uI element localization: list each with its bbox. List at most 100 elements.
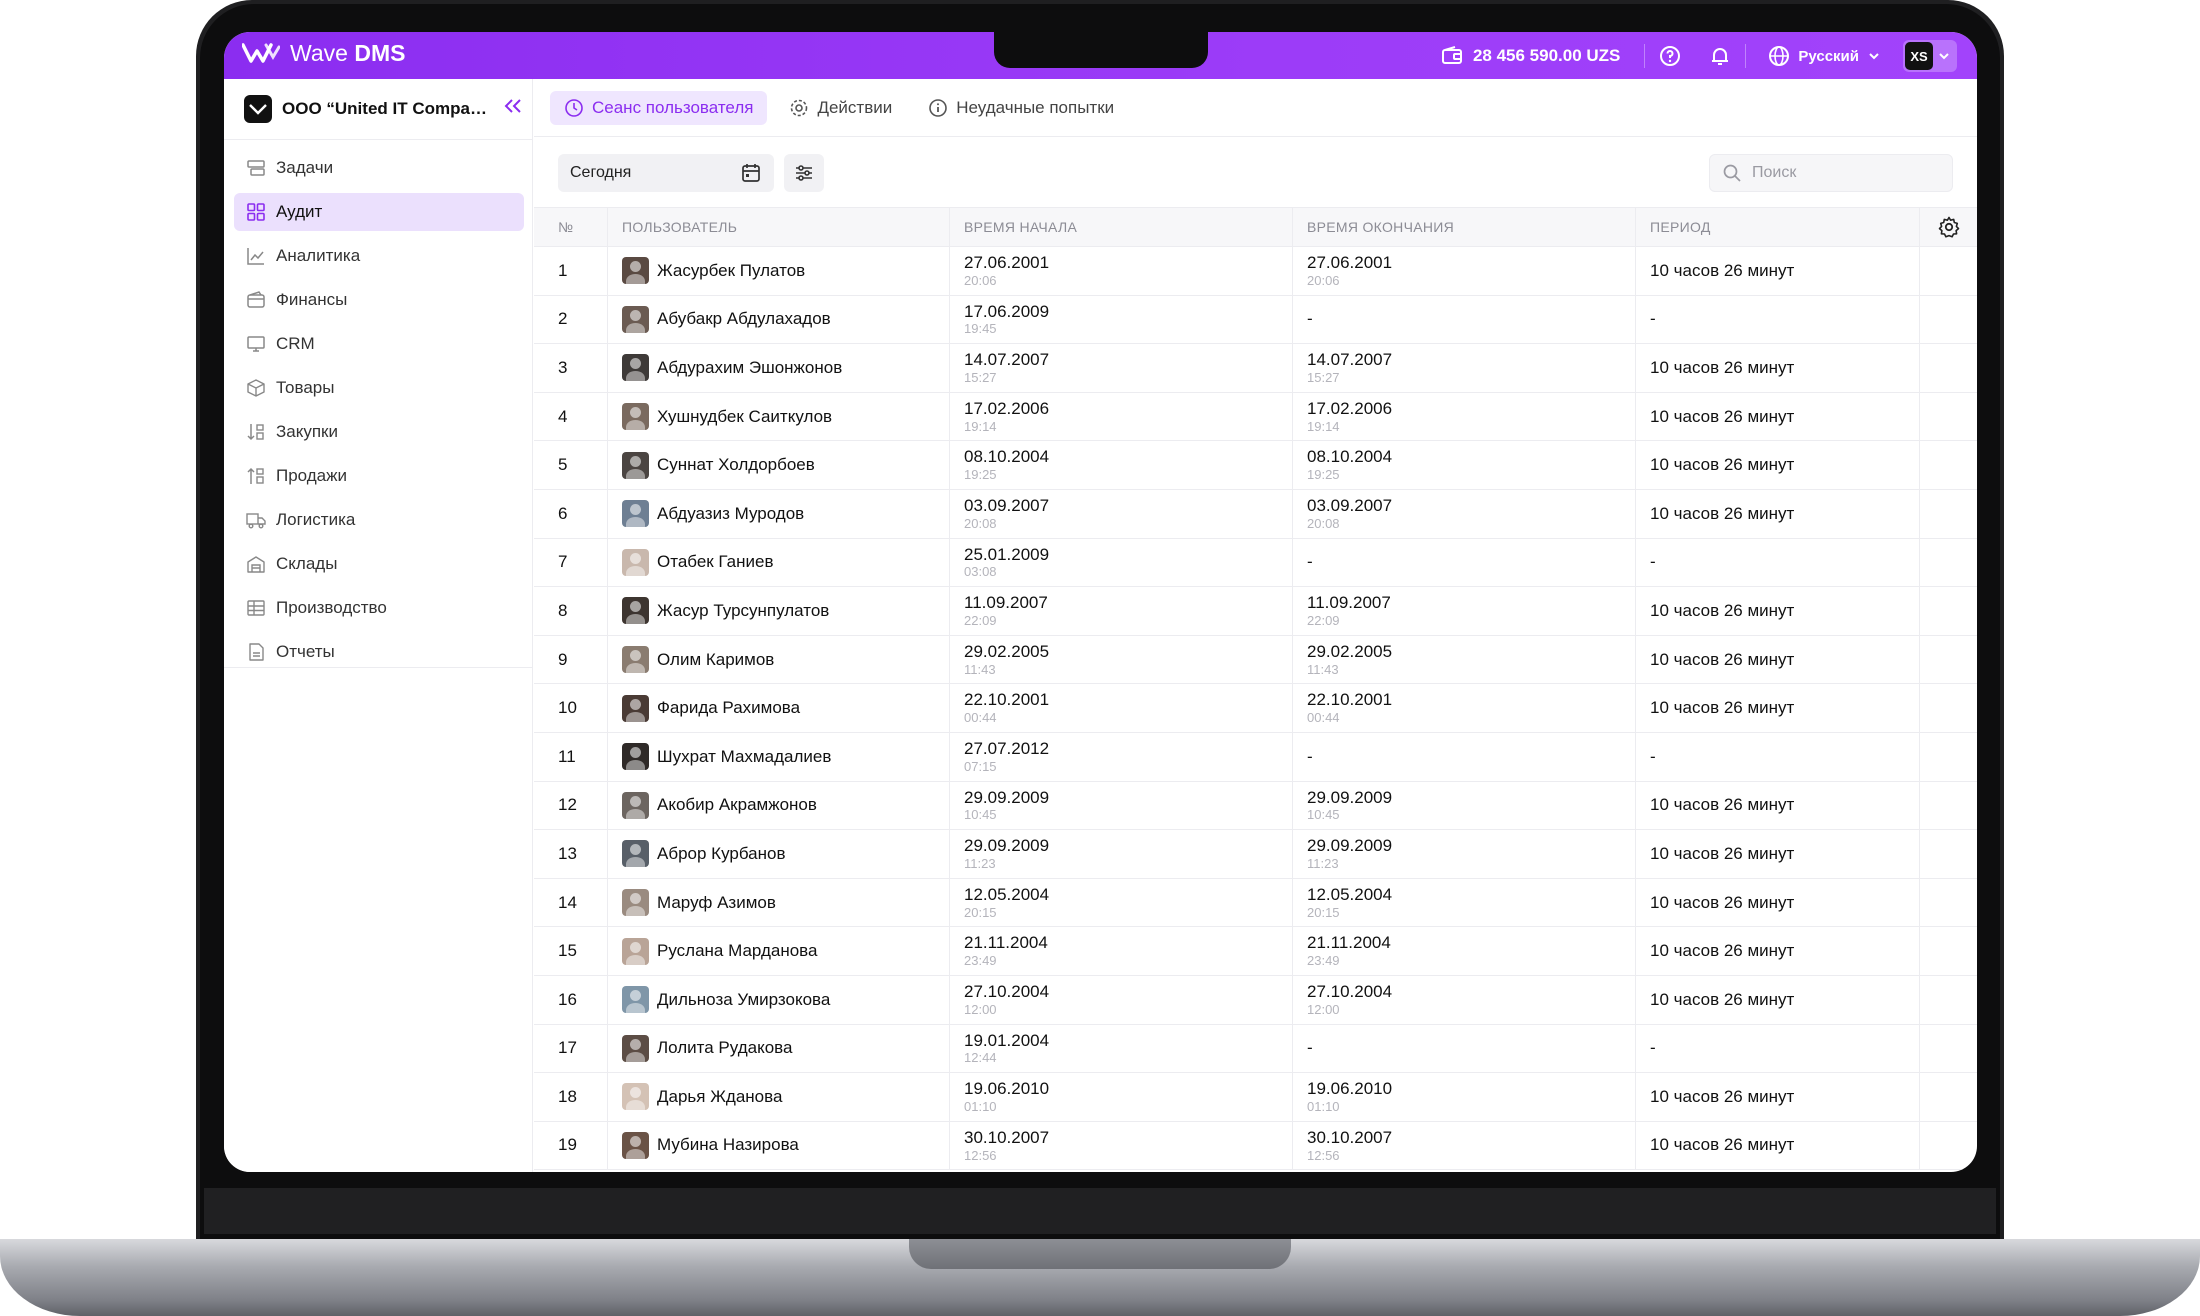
user-cell[interactable]: Дильноза Умирзокова	[608, 975, 950, 1024]
monitor-icon	[247, 336, 265, 352]
sidebar-item-audit[interactable]: Аудит	[234, 193, 524, 231]
balance[interactable]: 28 456 590.00 UZS	[1441, 44, 1646, 68]
row-spacer	[1920, 344, 1977, 392]
collapse-sidebar-icon[interactable]	[502, 97, 524, 121]
row-spacer	[1920, 684, 1977, 732]
sidebar-item-analytics[interactable]: Аналитика	[234, 237, 524, 275]
table-row[interactable]: 17 Лолита Рудакова 19.01.2004 12:44 - -	[534, 1024, 1977, 1074]
user-cell[interactable]: Лолита Рудакова	[608, 1024, 950, 1073]
table-row[interactable]: 12 Акобир Акрамжонов 29.09.2009 10:45 29…	[534, 781, 1977, 831]
help-button[interactable]	[1645, 44, 1695, 68]
table-row[interactable]: 16 Дильноза Умирзокова 27.10.2004 12:00 …	[534, 975, 1977, 1025]
tab-label: Действии	[817, 97, 893, 117]
sidebar-item-tasks[interactable]: Задачи	[234, 149, 524, 187]
user-cell[interactable]: Акобир Акрамжонов	[608, 781, 950, 830]
user-cell[interactable]: Абдуазиз Муродов	[608, 489, 950, 538]
table-row[interactable]: 9 Олим Каримов 29.02.2005 11:43 29.02.20…	[534, 635, 1977, 685]
user-cell[interactable]: Маруф Азимов	[608, 878, 950, 927]
table-row[interactable]: 8 Жасур Турсунпулатов 11.09.2007 22:09 1…	[534, 587, 1977, 636]
tab-user-session[interactable]: Сеанс пользователя	[550, 90, 768, 125]
table-row[interactable]: 13 Аброр Курбанов 29.09.2009 11:23 29.09…	[534, 830, 1977, 879]
end-date: 08.10.2004	[1307, 447, 1393, 467]
language-select[interactable]: Русский	[1746, 45, 1903, 67]
row-spacer	[1920, 782, 1977, 830]
column-header-number[interactable]: №	[534, 208, 608, 246]
start-time: 23:49	[964, 953, 997, 969]
start-time: 19:25	[964, 467, 997, 483]
column-header-end-time[interactable]: ВРЕМЯ ОКОНЧАНИЯ	[1293, 208, 1636, 246]
sidebar-item-products[interactable]: Товары	[234, 369, 524, 407]
user-cell[interactable]: Жасур Турсунпулатов	[608, 587, 950, 635]
sidebar-item-reports[interactable]: Отчеты	[234, 633, 524, 671]
user-cell[interactable]: Хушнудбек Саиткулов	[608, 392, 950, 441]
end-date: 19.06.2010	[1307, 1079, 1393, 1099]
user-cell[interactable]: Суннат Холдорбоев	[608, 441, 950, 489]
sidebar-item-label: Производство	[276, 598, 387, 617]
app-name-light: Wave	[290, 40, 348, 66]
user-cell[interactable]: Абдурахим Эшонжонов	[608, 344, 950, 392]
user-cell[interactable]: Олим Каримов	[608, 635, 950, 684]
search-input[interactable]: Поиск	[1709, 154, 1953, 192]
user-cell[interactable]: Шухрат Махмадалиев	[608, 732, 950, 781]
app-logo[interactable]: Wave DMS	[242, 40, 405, 67]
column-header-start-time[interactable]: ВРЕМЯ НАЧАЛА	[950, 208, 1293, 246]
row-spacer	[1920, 587, 1977, 635]
user-cell[interactable]: Абубакр Абдулахадов	[608, 295, 950, 344]
column-header-user[interactable]: ПОЛЬЗОВАТЕЛЬ	[608, 208, 950, 246]
table-row[interactable]: 2 Абубакр Абдулахадов 17.06.2009 19:45 -…	[534, 295, 1977, 345]
user-cell[interactable]: Аброр Курбанов	[608, 830, 950, 878]
tab-actions[interactable]: Действии	[775, 91, 906, 125]
end-date: 03.09.2007	[1307, 496, 1393, 516]
sidebar-item-purchases[interactable]: Закупки	[234, 413, 524, 451]
table-row[interactable]: 15 Руслана Марданова 21.11.2004 23:49 21…	[534, 927, 1977, 976]
user-cell[interactable]: Фарида Рахимова	[608, 684, 950, 732]
avatar: XS	[1905, 42, 1933, 70]
row-number: 16	[534, 975, 608, 1024]
table-row[interactable]: 14 Маруф Азимов 12.05.2004 20:15 12.05.2…	[534, 878, 1977, 928]
table-row[interactable]: 6 Абдуазиз Муродов 03.09.2007 20:08 03.0…	[534, 489, 1977, 539]
table-row[interactable]: 1 Жасурбек Пулатов 27.06.2001 20:06 27.0…	[534, 247, 1977, 296]
period-cell: 10 часов 26 минут	[1636, 587, 1920, 635]
column-header-period[interactable]: ПЕРИОД	[1636, 208, 1920, 246]
user-cell[interactable]: Дарья Жданова	[608, 1073, 950, 1121]
table-row[interactable]: 11 Шухрат Махмадалиев 27.07.2012 07:15 -…	[534, 732, 1977, 782]
avatar	[622, 889, 649, 917]
sidebar-item-sales[interactable]: Продажи	[234, 457, 524, 495]
user-cell[interactable]: Мубина Назирова	[608, 1121, 950, 1170]
table-row[interactable]: 18 Дарья Жданова 19.06.2010 01:10 19.06.…	[534, 1073, 1977, 1122]
table-row[interactable]: 10 Фарида Рахимова 22.10.2001 00:44 22.1…	[534, 684, 1977, 733]
sidebar-item-warehouses[interactable]: Склады	[234, 545, 524, 583]
table-row[interactable]: 4 Хушнудбек Саиткулов 17.02.2006 19:14 1…	[534, 392, 1977, 442]
audit-tabs: Сеанс пользователя Действии Неудачные по…	[534, 79, 1977, 137]
sidebar-item-production[interactable]: Производство	[234, 589, 524, 627]
filter-settings-button[interactable]	[784, 154, 824, 192]
row-spacer	[1920, 296, 1977, 344]
table-row[interactable]: 7 Отабек Ганиев 25.01.2009 03:08 - -	[534, 538, 1977, 588]
user-cell[interactable]: Руслана Марданова	[608, 927, 950, 975]
table-row[interactable]: 5 Суннат Холдорбоев 08.10.2004 19:25 08.…	[534, 441, 1977, 490]
sidebar-item-crm[interactable]: CRM	[234, 325, 524, 363]
sessions-table: № ПОЛЬЗОВАТЕЛЬ ВРЕМЯ НАЧАЛА ВРЕМЯ ОКОНЧА…	[534, 207, 1977, 1172]
date-picker[interactable]: Сегодня	[558, 154, 774, 192]
table-settings-button[interactable]	[1920, 208, 1977, 246]
start-time: 00:44	[964, 710, 997, 726]
sidebar-item-finance[interactable]: Финансы	[234, 281, 524, 319]
user-cell[interactable]: Жасурбек Пулатов	[608, 247, 950, 295]
sidebar-item-logistics[interactable]: Логистика	[234, 501, 524, 539]
row-number: 13	[534, 830, 608, 878]
end-time-cell: -	[1293, 732, 1636, 781]
notifications-button[interactable]	[1695, 44, 1745, 68]
user-name: Дильноза Умирзокова	[657, 989, 831, 1009]
tab-failed-attempts[interactable]: Неудачные попытки	[914, 91, 1128, 125]
end-date: 29.09.2009	[1307, 836, 1393, 856]
user-cell[interactable]: Отабек Ганиев	[608, 538, 950, 587]
user-menu[interactable]: XS	[1903, 40, 1957, 72]
table-row[interactable]: 19 Мубина Назирова 30.10.2007 12:56 30.1…	[534, 1121, 1977, 1171]
table-row[interactable]: 3 Абдурахим Эшонжонов 14.07.2007 15:27 1…	[534, 344, 1977, 393]
globe-icon	[1769, 46, 1790, 66]
tab-label: Неудачные попытки	[956, 97, 1115, 117]
start-time: 19:45	[964, 321, 997, 337]
row-number: 14	[534, 878, 608, 927]
period-cell: 10 часов 26 минут	[1636, 635, 1920, 684]
company-switcher[interactable]: ООО “United IT Company”	[244, 93, 524, 125]
